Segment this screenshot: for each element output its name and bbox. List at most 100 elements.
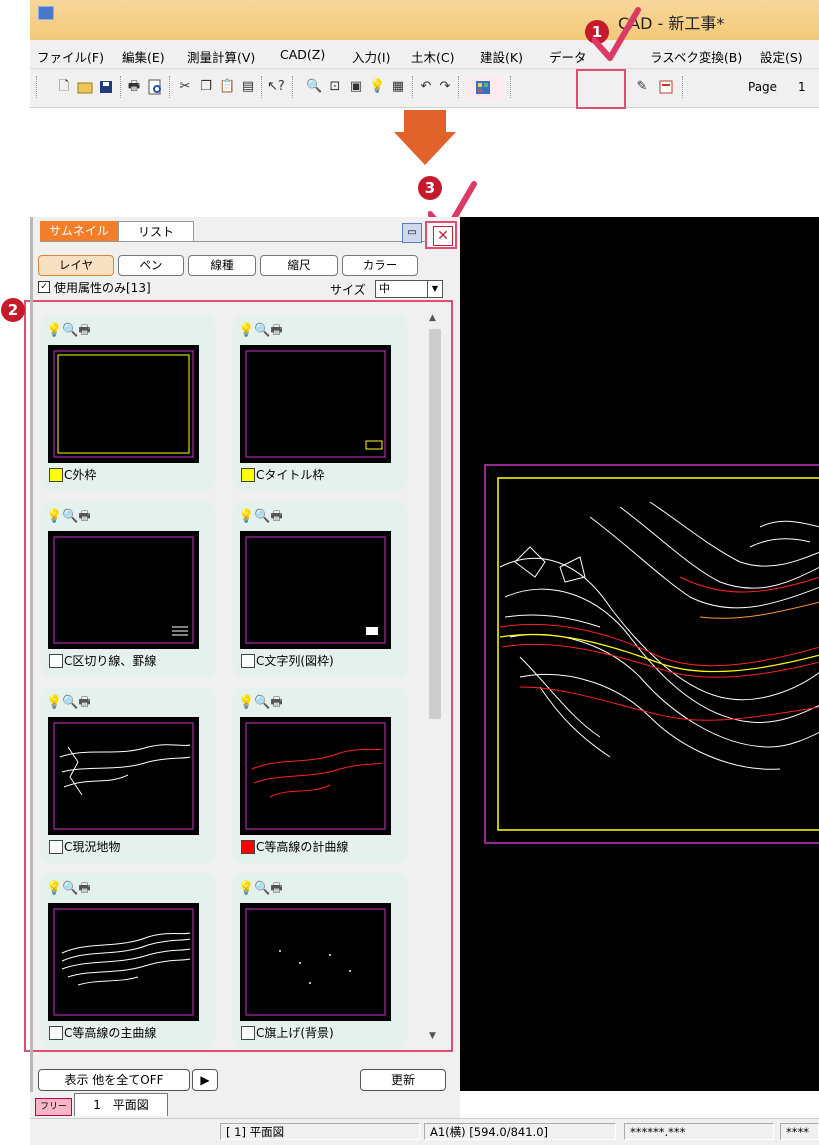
menu-cad[interactable]: CAD(Z) <box>280 47 325 62</box>
menu-construction[interactable]: 建設(K) <box>480 47 523 66</box>
close-button[interactable]: ✕ <box>425 221 457 249</box>
lightbulb-icon[interactable]: 💡 <box>46 881 62 896</box>
layer-name: C区切り線、罫線 <box>64 654 157 668</box>
undo-icon[interactable]: ↶ <box>418 79 434 95</box>
layer-card[interactable]: 💡🔍🖶 C旗上げ(背景) <box>233 873 407 1049</box>
thumbnail-scrollbar[interactable]: ▲ ▼ <box>427 313 443 1041</box>
magnifier-icon[interactable]: 🔍 <box>254 881 270 896</box>
layer-card[interactable]: 💡🔍🖶 C等高線の計曲線 <box>233 687 407 863</box>
printer-icon[interactable]: 🖶 <box>270 881 282 896</box>
new-file-icon[interactable]: 🗋 <box>56 79 72 95</box>
copy-icon[interactable]: ❐ <box>198 79 214 95</box>
filter-color-button[interactable]: カラー <box>342 255 418 276</box>
lightbulb-icon[interactable]: 💡 <box>46 695 62 710</box>
toolbar-separator <box>261 76 263 98</box>
edit-pen-icon[interactable]: ✎ <box>634 79 650 95</box>
help-pointer-icon[interactable]: ↖? <box>267 79 285 95</box>
used-only-checkbox[interactable]: ✓ <box>38 281 50 293</box>
tab-free[interactable]: フリー <box>35 1098 72 1116</box>
panel-left-edge <box>30 217 33 1144</box>
status-sheet: [ 1] 平面図 <box>220 1123 420 1140</box>
drawing-sheet <box>484 464 819 844</box>
card-tools: 💡🔍🖶 <box>238 321 283 343</box>
close-icon[interactable]: ✕ <box>433 226 453 246</box>
layer-card[interactable]: 💡🔍🖶 C等高線の主曲線 <box>41 873 215 1049</box>
printer-icon[interactable]: 🖶 <box>270 323 282 338</box>
print-icon[interactable]: 🖶 <box>126 79 142 95</box>
menu-raster-vector[interactable]: ラスベク変換(B) <box>650 47 742 66</box>
tab-sheet-plan[interactable]: 1 平面図 <box>74 1093 168 1116</box>
printer-icon[interactable]: 🖶 <box>78 509 90 524</box>
layer-view-icon[interactable]: ▦ <box>390 79 406 95</box>
refresh-button[interactable]: 更新 <box>360 1069 446 1091</box>
lightbulb-icon[interactable]: 💡 <box>46 509 62 524</box>
scroll-thumb[interactable] <box>429 329 441 719</box>
magnifier-icon[interactable]: 🔍 <box>62 509 78 524</box>
layer-light-icon[interactable]: 💡 <box>369 79 385 95</box>
menu-data[interactable]: データ <box>549 47 587 66</box>
layer-card[interactable]: 💡🔍🖶 C現況地物 <box>41 687 215 863</box>
print-preview-icon[interactable] <box>147 79 163 95</box>
menu-edit[interactable]: 編集(E) <box>122 47 165 66</box>
filter-scale-button[interactable]: 縮尺 <box>260 255 338 276</box>
paste-special-icon[interactable]: ▤ <box>240 79 256 95</box>
save-icon[interactable] <box>98 79 114 95</box>
scroll-down-icon[interactable]: ▼ <box>429 1031 436 1041</box>
attribute-thumbnail-button[interactable] <box>466 77 502 99</box>
lightbulb-icon[interactable]: 💡 <box>238 881 254 896</box>
app-icon <box>38 6 54 20</box>
lightbulb-icon[interactable]: 💡 <box>238 509 254 524</box>
printer-icon[interactable]: 🖶 <box>78 323 90 338</box>
display-others-off-button[interactable]: 表示 他を全てOFF <box>38 1069 190 1091</box>
printer-icon[interactable]: 🖶 <box>78 695 90 710</box>
chevron-down-icon[interactable]: ▼ <box>427 281 442 297</box>
page-number: 1 <box>798 80 806 94</box>
layer-card[interactable]: 💡🔍🖶 Cタイトル枠 <box>233 315 407 491</box>
filter-layer-button[interactable]: レイヤ <box>38 255 114 276</box>
lightbulb-icon[interactable]: 💡 <box>238 323 254 338</box>
open-folder-icon[interactable] <box>77 79 93 95</box>
layer-card[interactable]: 💡🔍🖶 C外枠 <box>41 315 215 491</box>
menu-input[interactable]: 入力(I) <box>352 47 390 66</box>
zoom-window-icon[interactable]: ▣ <box>348 79 364 95</box>
layer-name: Cタイトル枠 <box>256 468 325 482</box>
magnifier-icon[interactable]: 🔍 <box>62 695 78 710</box>
layer-thumbnail <box>48 903 199 1021</box>
magnifier-icon[interactable]: 🔍 <box>62 881 78 896</box>
status-bar: [ 1] 平面図 A1(横) [594.0/841.0] ******.*** … <box>30 1118 819 1145</box>
layer-card[interactable]: 💡🔍🖶 C文字列(図枠) <box>233 501 407 677</box>
used-only-label: 使用属性のみ[13] <box>54 281 151 295</box>
zoom-icon[interactable]: 🔍 <box>306 79 322 95</box>
toolbar-separator <box>292 76 294 98</box>
scroll-up-icon[interactable]: ▲ <box>429 313 436 323</box>
menu-survey-calc[interactable]: 測量計算(V) <box>187 47 255 66</box>
menu-civil[interactable]: 土木(C) <box>411 47 454 66</box>
lightbulb-icon[interactable]: 💡 <box>46 323 62 338</box>
redo-icon[interactable]: ↷ <box>437 79 453 95</box>
pin-icon[interactable]: ▭ <box>402 223 422 243</box>
printer-icon[interactable]: 🖶 <box>270 509 282 524</box>
paste-icon[interactable]: 📋 <box>219 79 235 95</box>
cut-icon[interactable]: ✂ <box>177 79 193 95</box>
size-select[interactable]: 中 ▼ <box>375 280 443 298</box>
expand-arrow-button[interactable]: ▶ <box>192 1069 218 1091</box>
status-paper: A1(横) [594.0/841.0] <box>424 1123 616 1140</box>
menu-settings[interactable]: 設定(S) <box>760 47 803 66</box>
tab-list[interactable]: リスト <box>118 221 194 241</box>
layer-card[interactable]: 💡🔍🖶 C区切り線、罫線 <box>41 501 215 677</box>
magnifier-icon[interactable]: 🔍 <box>62 323 78 338</box>
layout-tab-bar: フリー 1 平面図 <box>30 1092 460 1118</box>
cad-drawing-canvas[interactable] <box>460 217 819 1091</box>
filter-pen-button[interactable]: ペン <box>118 255 184 276</box>
magnifier-icon[interactable]: 🔍 <box>254 509 270 524</box>
tab-thumbnail[interactable]: サムネイル <box>40 221 118 241</box>
magnifier-icon[interactable]: 🔍 <box>254 695 270 710</box>
printer-icon[interactable]: 🖶 <box>270 695 282 710</box>
sheet-setting-icon[interactable] <box>658 79 674 95</box>
printer-icon[interactable]: 🖶 <box>78 881 90 896</box>
lightbulb-icon[interactable]: 💡 <box>238 695 254 710</box>
magnifier-icon[interactable]: 🔍 <box>254 323 270 338</box>
menu-file[interactable]: ファイル(F) <box>37 47 104 66</box>
filter-linetype-button[interactable]: 線種 <box>188 255 256 276</box>
zoom-extent-icon[interactable]: ⊡ <box>327 79 343 95</box>
